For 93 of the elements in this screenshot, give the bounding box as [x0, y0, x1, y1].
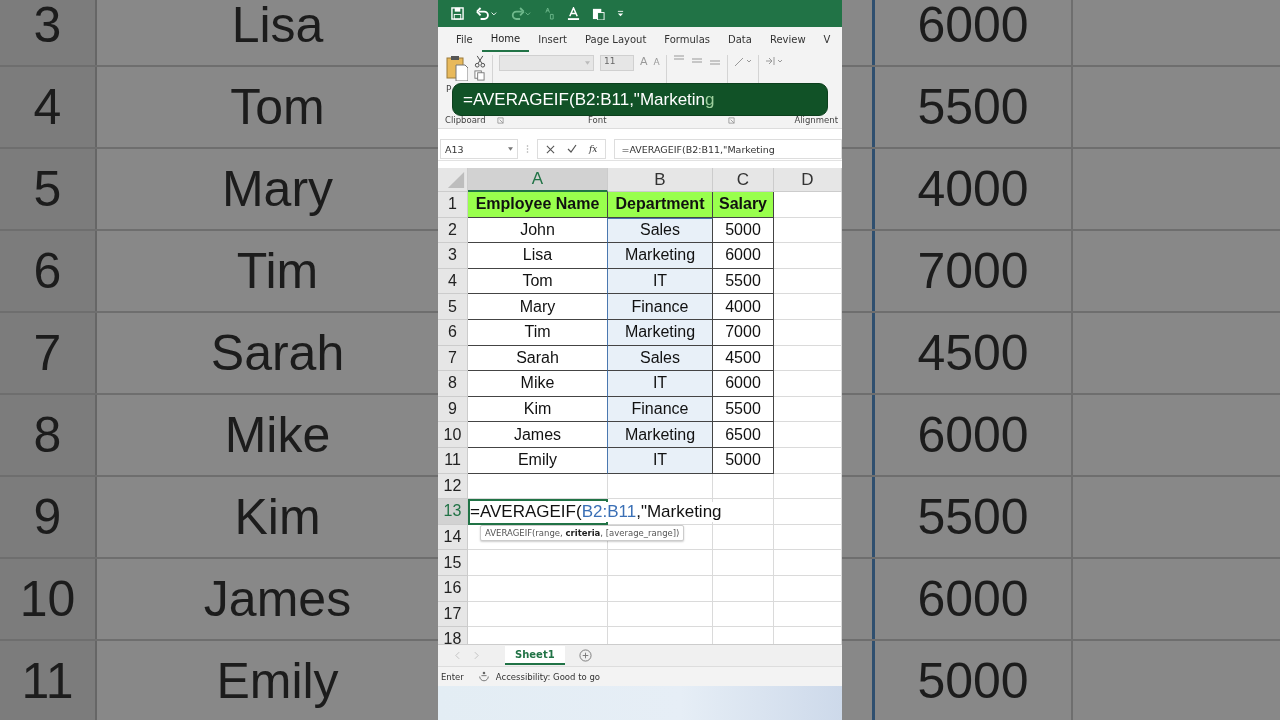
row-header[interactable]: 4 — [438, 268, 468, 295]
row-header[interactable]: 11 — [438, 447, 468, 474]
table-cell: IT — [607, 371, 713, 397]
row-header[interactable]: 12 — [438, 473, 468, 500]
table-cell: 6000 — [713, 243, 774, 269]
row-header[interactable]: 2 — [438, 217, 468, 244]
table-cell: Sales — [607, 217, 713, 244]
row-number: 4 — [0, 67, 97, 147]
table-header-cell: Employee Name — [468, 192, 608, 218]
table-cell: Finance — [607, 294, 713, 320]
table-cell: IT — [607, 268, 713, 295]
column-header[interactable]: B — [608, 168, 713, 192]
name-box[interactable]: A13 — [440, 139, 518, 159]
ribbon-tab[interactable]: Insert — [529, 27, 576, 52]
table-cell: Finance — [607, 396, 713, 423]
ribbon-tab[interactable]: Page Layout — [575, 27, 656, 52]
row-header[interactable]: 8 — [438, 371, 468, 397]
row-number: 3 — [0, 0, 97, 65]
caption-text: =AVERAGEIF(B2:B11,"Marketing — [463, 89, 715, 110]
column-header[interactable]: D — [774, 168, 842, 192]
table-cell: 5000 — [875, 641, 1073, 720]
table-cell: 7000 — [713, 319, 774, 346]
font-size-dropdown[interactable]: 11 — [600, 55, 634, 71]
table-cell: 7000 — [875, 231, 1073, 311]
ribbon-tab[interactable]: File — [447, 27, 482, 52]
row-header[interactable]: 7 — [438, 345, 468, 372]
table-cell: Sales — [607, 345, 713, 372]
ribbon-group-label: Font — [588, 115, 608, 125]
table-cell: Marketing — [607, 422, 713, 448]
table-cell: 4000 — [713, 294, 774, 320]
formula-input[interactable]: =AVERAGEIF(B2:B11,"Marketing — [614, 139, 842, 159]
table-cell-text: Tom — [229, 78, 326, 136]
table-cell: 5500 — [713, 268, 774, 295]
row-header[interactable]: 16 — [438, 575, 468, 602]
table-cell-text: Emily — [215, 652, 340, 710]
row-header[interactable]: 13 — [438, 499, 468, 525]
table-cell-text: Tim — [235, 242, 320, 300]
row-header[interactable]: 15 — [438, 550, 468, 576]
row-number: 10 — [0, 559, 97, 639]
cell-entry[interactable]: =AVERAGEIF(B2:B11,"Marketing — [470, 502, 722, 523]
row-number: 5 — [0, 149, 97, 229]
row-header[interactable]: 17 — [438, 601, 468, 628]
table-cell: 4500 — [875, 313, 1073, 393]
table-cell: 4500 — [713, 345, 774, 372]
table-cell: 6000 — [713, 371, 774, 397]
sheet-tab[interactable]: Sheet1 — [505, 646, 565, 665]
row-number: 6 — [0, 231, 97, 311]
column-header[interactable]: C — [713, 168, 774, 192]
table-cell: IT — [607, 447, 713, 474]
table-cell-text: James — [202, 570, 353, 628]
row-number: 7 — [0, 313, 97, 393]
status-mode: Enter — [441, 671, 464, 682]
table-cell: Marketing — [607, 319, 713, 346]
row-header[interactable]: 3 — [438, 243, 468, 269]
table-header-cell: Salary — [713, 192, 774, 218]
table-cell: 5500 — [875, 477, 1073, 557]
table-cell-text: Mary — [220, 160, 335, 218]
row-header[interactable]: 6 — [438, 319, 468, 346]
table-cell: 4000 — [875, 149, 1073, 229]
column-header[interactable]: A — [468, 168, 608, 192]
row-number: 11 — [0, 641, 97, 720]
row-header[interactable]: 18 — [438, 627, 468, 644]
row-number: 8 — [0, 395, 97, 475]
table-cell: 6000 — [875, 559, 1073, 639]
row-number: 9 — [0, 477, 97, 557]
table-cell: 6000 — [875, 395, 1073, 475]
table-header-cell: Department — [608, 192, 713, 218]
ribbon-tab[interactable]: V — [814, 27, 840, 52]
paste-label[interactable]: P — [446, 84, 452, 94]
row-header[interactable]: 10 — [438, 422, 468, 448]
table-cell: 6000 — [875, 0, 1073, 65]
accessibility-status[interactable]: Accessibility: Good to go — [495, 671, 600, 682]
table-cell-text: Sarah — [209, 324, 346, 382]
table-cell: 5000 — [713, 447, 774, 474]
table-cell: 6500 — [713, 422, 774, 448]
table-cell-text: Mike — [223, 406, 332, 464]
table-cell: 5500 — [875, 67, 1073, 147]
ribbon-tab[interactable]: Formulas — [655, 27, 719, 52]
insert-function-button[interactable]: fx — [589, 144, 598, 154]
table-cell: Marketing — [607, 243, 713, 269]
ribbon-tab[interactable]: Data — [719, 27, 761, 52]
function-tooltip: AVERAGEIF(range, criteria, [average_range]) — [480, 525, 685, 542]
ribbon-group-label: Alignment — [794, 115, 838, 125]
row-header[interactable]: 5 — [438, 294, 468, 320]
row-header[interactable]: 14 — [438, 524, 468, 551]
row-header[interactable]: 9 — [438, 396, 468, 423]
ribbon-tab[interactable]: Review — [760, 27, 815, 52]
table-cell: 5000 — [713, 217, 774, 244]
table-cell-text: Lisa — [230, 0, 325, 54]
table-cell-text: Kim — [233, 488, 322, 546]
table-cell: 5500 — [713, 396, 774, 423]
ribbon-group-label: Clipboard — [445, 115, 487, 125]
row-header[interactable]: 1 — [438, 192, 468, 218]
